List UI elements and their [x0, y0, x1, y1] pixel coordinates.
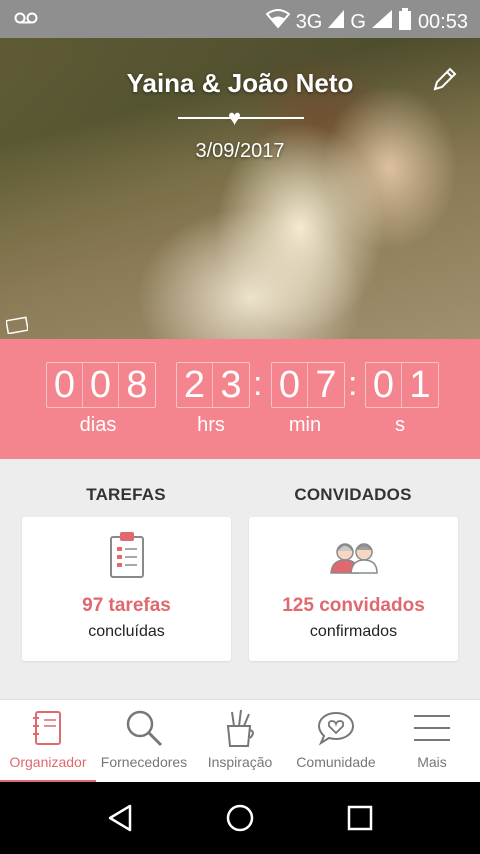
hours-label: hrs — [197, 414, 225, 436]
countdown-digit: 0 — [83, 363, 119, 407]
back-icon[interactable] — [100, 800, 140, 836]
nav-label: Comunidade — [296, 754, 376, 770]
system-navigation-bar — [0, 782, 480, 854]
countdown-separator: : — [253, 365, 263, 403]
nav-item-inspiracao[interactable]: Inspiração — [192, 700, 288, 783]
nav-label: Inspiração — [207, 754, 273, 770]
nav-label: Fornecedores — [100, 754, 188, 770]
countdown-digit: 3 — [220, 364, 242, 406]
recents-icon[interactable] — [340, 800, 380, 836]
wifi-icon — [265, 9, 291, 35]
status-bar: 3G G 00:53 — [0, 0, 480, 38]
summary-section: TAREFAS CONVIDADOS 97 tarefas concluídas — [0, 459, 480, 699]
signal-icon — [328, 10, 345, 34]
wedding-date: 3/09/2017 — [195, 140, 285, 162]
nav-item-mais[interactable]: Mais — [384, 700, 480, 783]
countdown-panel: 0 0 8 2 3 : 0 7 : 0 1 dias hrs min s — [0, 339, 480, 459]
voicemail-icon — [14, 10, 38, 31]
tasks-count: 97 tarefas — [82, 595, 171, 616]
tasks-subtitle: concluídas — [88, 623, 165, 640]
seconds-label: s — [395, 414, 405, 436]
photo-watermark — [5, 316, 29, 335]
nav-label: Mais — [417, 754, 447, 770]
tasks-card[interactable]: 97 tarefas concluídas — [22, 517, 231, 661]
countdown-seconds: 0 1 — [365, 362, 439, 408]
edit-icon[interactable] — [430, 64, 460, 94]
nav-item-comunidade[interactable]: Comunidade — [288, 700, 384, 783]
countdown-digit: 8 — [126, 364, 148, 406]
signal-icon — [371, 10, 392, 34]
notebook-icon — [0, 708, 96, 748]
minutes-label: min — [288, 414, 322, 436]
countdown-digit: 2 — [177, 363, 213, 407]
chat-heart-icon — [288, 708, 384, 748]
guests-subtitle: confirmados — [309, 623, 398, 640]
countdown-digit: 0 — [272, 363, 308, 407]
countdown-digit: 1 — [409, 364, 431, 406]
search-icon — [96, 708, 192, 748]
nav-item-organizador[interactable]: Organizador — [0, 700, 96, 783]
nav-label: Organizador — [9, 754, 87, 770]
battery-icon — [398, 8, 412, 36]
days-label: dias — [79, 414, 117, 436]
home-icon[interactable] — [220, 800, 260, 836]
guests-icon — [249, 529, 458, 579]
countdown-digit: 7 — [315, 364, 337, 406]
countdown-separator: : — [348, 365, 358, 403]
countdown-digit: 0 — [366, 363, 402, 407]
tasks-title: TAREFAS — [86, 485, 166, 504]
countdown-hours: 2 3 — [176, 362, 250, 408]
carrier-signal-type: G — [350, 10, 366, 33]
menu-icon — [384, 708, 480, 748]
bottom-navigation: Organizador Fornecedores Inspiração Comu… — [0, 699, 480, 783]
countdown-days: 0 0 8 — [46, 362, 156, 408]
network-type: 3G — [295, 10, 323, 33]
countdown-digit: 0 — [47, 363, 83, 407]
heart-icon: ♥ — [228, 105, 242, 130]
guests-title: CONVIDADOS — [294, 485, 412, 504]
nav-item-fornecedores[interactable]: Fornecedores — [96, 700, 192, 783]
guests-count: 125 convidados — [282, 595, 425, 616]
pencil-cup-icon — [192, 708, 288, 748]
clock: 00:53 — [417, 10, 468, 33]
clipboard-icon — [22, 529, 231, 579]
countdown-minutes: 0 7 — [271, 362, 345, 408]
couple-name: Yaina & João Neto — [126, 68, 354, 98]
guests-card[interactable]: 125 convidados confirmados — [249, 517, 458, 661]
couple-photo-header: Yaina & João Neto ♥ 3/09/2017 — [0, 38, 480, 339]
